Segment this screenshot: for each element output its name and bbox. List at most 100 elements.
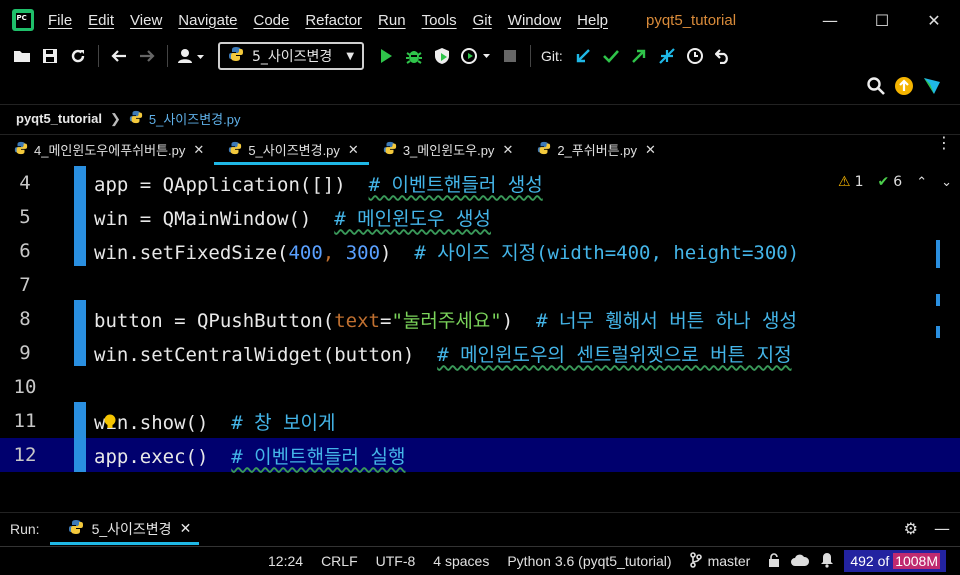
close-icon[interactable]: ✕ (193, 142, 204, 158)
vcs-change-marker[interactable] (74, 438, 86, 472)
chevron-up-icon[interactable]: ⌃ (916, 175, 927, 190)
indent-setting[interactable]: 4 spaces (433, 553, 489, 569)
menu-navigate[interactable]: Navigate (178, 12, 237, 29)
main-toolbar: 5_사이즈변경 ▼ Git: (0, 40, 960, 72)
git-branch-icon (689, 551, 702, 571)
run-tool-window-header: Run: 5_사이즈변경 ✕ ⚙ — (0, 512, 960, 545)
code-line: 10 (0, 370, 960, 404)
run-tab-label: 5_사이즈변경 (91, 520, 172, 537)
menu-refactor[interactable]: Refactor (305, 12, 362, 29)
run-configuration-select[interactable]: 5_사이즈변경 ▼ (218, 42, 365, 70)
tab-label: 5_사이즈변경.py (248, 143, 340, 158)
close-icon[interactable]: ✕ (502, 142, 513, 158)
menu-window[interactable]: Window (508, 12, 561, 29)
file-encoding[interactable]: UTF-8 (376, 553, 416, 569)
editor-tabs: 4_메인윈도우에푸쉬버튼.py ✕ 5_사이즈변경.py ✕ 3_메인윈도우.p… (0, 134, 960, 165)
warning-count: 1 (854, 174, 864, 190)
line-number: 7 (19, 274, 31, 296)
menu-file[interactable]: File (48, 12, 72, 29)
python-interpreter[interactable]: Python 3.6 (pyqt5_tutorial) (507, 553, 671, 569)
git-update-icon[interactable] (569, 42, 597, 70)
cloud-settings-icon[interactable] (790, 553, 810, 570)
minimize-icon[interactable]: — (804, 11, 856, 30)
search-icon[interactable] (862, 72, 890, 100)
code-text: button = QPushButton(text="눌러주세요") # 너무 … (94, 309, 797, 332)
menu-view[interactable]: View (130, 12, 162, 29)
menu-git[interactable]: Git (473, 12, 492, 29)
line-number: 8 (19, 308, 31, 330)
sync-icon[interactable] (64, 42, 92, 70)
tab-3-main-window[interactable]: 3_메인윈도우.py ✕ (369, 135, 524, 165)
history-clock-icon[interactable] (681, 42, 709, 70)
menu-tools[interactable]: Tools (422, 12, 457, 29)
close-icon[interactable]: ✕ (908, 11, 960, 30)
pycharm-logo-icon[interactable]: PC (12, 9, 34, 31)
breadcrumb: pyqt5_tutorial ❯ 5_사이즈변경.py (0, 104, 960, 132)
run-icon[interactable] (372, 42, 400, 70)
maximize-icon[interactable]: ☐ (856, 11, 908, 30)
update-available-icon[interactable] (890, 72, 918, 100)
close-icon[interactable]: ✕ (348, 142, 359, 158)
git-push-icon[interactable] (625, 42, 653, 70)
tab-4-main-window-push-button[interactable]: 4_메인윈도우에푸쉬버튼.py ✕ (0, 135, 214, 165)
menu-run[interactable]: Run (378, 12, 406, 29)
toolbar-divider (530, 45, 532, 67)
rollback-icon[interactable] (709, 42, 737, 70)
python-file-icon (68, 519, 84, 538)
line-number: 6 (19, 240, 31, 262)
code-text: app.exec() # 이벤트핸들러 실행 (94, 445, 406, 468)
notifications-bell-icon[interactable] (820, 552, 834, 571)
stop-icon[interactable] (496, 42, 524, 70)
close-icon[interactable]: ✕ (645, 142, 656, 158)
window-controls: — ☐ ✕ (804, 0, 960, 40)
line-separator[interactable]: CRLF (321, 553, 358, 569)
user-dropdown-icon[interactable] (174, 42, 210, 70)
cursor-position[interactable]: 12:24 (268, 553, 303, 569)
code-text: win.setFixedSize(400, 300) # 사이즈 지정(widt… (94, 241, 800, 264)
chevron-down-icon[interactable]: ⌄ (941, 175, 952, 190)
save-icon[interactable] (36, 42, 64, 70)
menu-edit[interactable]: Edit (88, 12, 114, 29)
menu-bar: PC File Edit View Navigate Code Refactor… (0, 0, 960, 40)
python-file-icon (537, 141, 551, 158)
code-line: 5 win = QMainWindow() # 메인윈도우 생성 (0, 200, 960, 234)
profile-dropdown-icon[interactable] (456, 42, 496, 70)
line-number: 9 (19, 342, 31, 364)
run-tab[interactable]: 5_사이즈변경 ✕ (49, 514, 200, 545)
code-text: win.show() # 창 보이게 (94, 411, 336, 434)
open-folder-icon[interactable] (8, 42, 36, 70)
tab-5-size-change[interactable]: 5_사이즈변경.py ✕ (214, 135, 369, 165)
git-branch[interactable]: master (708, 553, 751, 569)
lightbulb-icon[interactable] (103, 414, 117, 430)
code-line: 7 (0, 268, 960, 302)
back-arrow-icon[interactable] (105, 42, 133, 70)
memory-indicator[interactable]: 492 of 1008M (844, 550, 946, 572)
lock-icon[interactable] (768, 552, 780, 570)
debug-icon[interactable] (400, 42, 428, 70)
git-commit-icon[interactable] (597, 42, 625, 70)
python-file-icon (14, 141, 28, 158)
python-file-icon (228, 46, 244, 66)
minimize-panel-icon[interactable]: — (934, 519, 950, 538)
code-editor[interactable]: 4 app = QApplication([]) # 이벤트핸들러 생성 5 w… (0, 166, 960, 480)
close-icon[interactable]: ✕ (180, 520, 192, 537)
tab-2-push-button[interactable]: 2_푸쉬버튼.py ✕ (523, 135, 666, 165)
line-number: 4 (19, 172, 31, 194)
inspection-widget[interactable]: ⚠ 1 ✔ 6 ⌃ ⌄ (838, 174, 952, 190)
breadcrumb-file[interactable]: 5_사이즈변경.py (149, 109, 241, 128)
git-label: Git: (541, 48, 563, 64)
git-merge-icon[interactable] (653, 42, 681, 70)
menu-code[interactable]: Code (253, 12, 289, 29)
line-number: 5 (19, 206, 31, 228)
code-with-me-icon[interactable] (918, 72, 946, 100)
gear-icon[interactable]: ⚙ (904, 519, 918, 538)
more-vertical-icon[interactable]: ⋮ (936, 135, 952, 151)
code-line: 6 win.setFixedSize(400, 300) # 사이즈 지정(wi… (0, 234, 960, 268)
forward-arrow-icon[interactable] (133, 42, 161, 70)
toolbar-divider (167, 45, 168, 67)
tab-label: 3_메인윈도우.py (402, 143, 495, 158)
menu-help[interactable]: Help (577, 12, 608, 29)
line-number: 10 (13, 376, 37, 398)
run-with-coverage-icon[interactable] (428, 42, 456, 70)
breadcrumb-project[interactable]: pyqt5_tutorial (16, 111, 102, 126)
